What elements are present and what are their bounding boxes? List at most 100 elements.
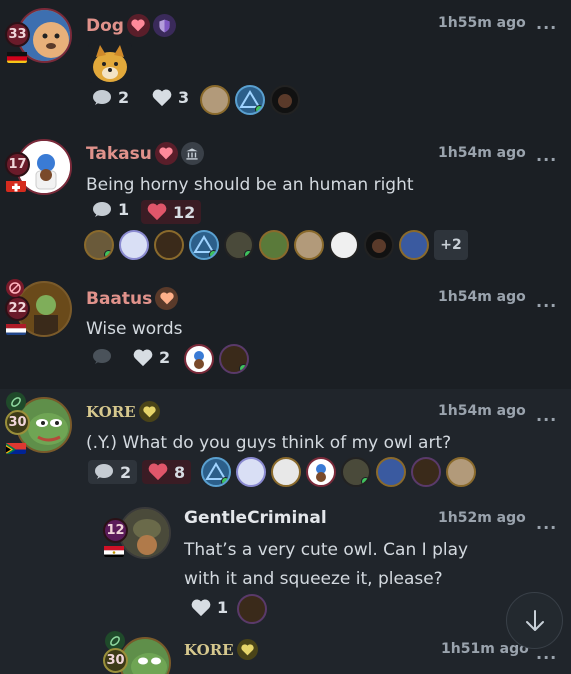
- timestamp: 1h54m ago: [438, 289, 526, 305]
- more-reactors-button[interactable]: +2: [434, 230, 468, 260]
- comment-icon: [95, 464, 113, 479]
- like-count-text: 12: [173, 202, 196, 222]
- more-options-button[interactable]: ...: [536, 292, 557, 311]
- post-takasu: 17 Takasu 1h54m ago ... Being horny shou…: [0, 125, 571, 271]
- comment-count[interactable]: [92, 348, 112, 366]
- reactor-list: [184, 344, 249, 374]
- flag-switzerland-icon: [6, 179, 26, 192]
- reactor-avatar[interactable]: [119, 230, 149, 260]
- reply-text-line-2: with it and squeeze it, please?: [184, 569, 443, 589]
- reactor-avatar[interactable]: [219, 344, 249, 374]
- online-indicator: [209, 250, 217, 258]
- reactor-avatar[interactable]: [306, 457, 336, 487]
- reactor-avatar[interactable]: [294, 230, 324, 260]
- like-count-text: 1: [217, 598, 229, 617]
- reactor-avatar[interactable]: [411, 457, 441, 487]
- heart-badge-icon: [155, 287, 179, 310]
- flag-netherlands-icon: [6, 322, 26, 335]
- username-text[interactable]: KORE: [184, 641, 234, 659]
- username[interactable]: Dog: [86, 14, 176, 37]
- like-count[interactable]: 1: [191, 598, 228, 617]
- reactor-avatar[interactable]: [364, 230, 394, 260]
- bank-badge-icon: [180, 142, 204, 165]
- reactor-avatar[interactable]: [201, 457, 231, 487]
- reactor-avatar[interactable]: [446, 457, 476, 487]
- post-kore: 30 KORE 1h54m ago ... (.Y.) What do you …: [0, 389, 571, 674]
- reactor-avatar[interactable]: [236, 457, 266, 487]
- online-indicator: [244, 250, 252, 258]
- reactor-list: [200, 85, 300, 115]
- scroll-to-bottom-button[interactable]: [506, 592, 563, 649]
- reactor-avatar[interactable]: [329, 230, 359, 260]
- reactor-avatar[interactable]: [84, 230, 114, 260]
- comment-icon: [93, 349, 111, 364]
- reactor-avatar[interactable]: [271, 457, 301, 487]
- more-options-button[interactable]: ...: [536, 514, 557, 533]
- post-baatus: 22 Baatus 1h54m ago ... Wise words 2: [0, 271, 571, 389]
- username[interactable]: GentleCriminal: [184, 508, 327, 528]
- online-indicator: [104, 250, 112, 258]
- reactor-avatar[interactable]: [224, 230, 254, 260]
- username-text[interactable]: Takasu: [86, 144, 152, 164]
- level-badge: 30: [103, 648, 128, 673]
- more-options-button[interactable]: ...: [536, 406, 557, 425]
- online-indicator: [239, 364, 247, 372]
- heart-badge-icon: [154, 142, 178, 165]
- arrow-down-icon: [525, 609, 544, 631]
- reactor-avatar[interactable]: [154, 230, 184, 260]
- like-count-text: 8: [174, 462, 186, 482]
- username-text[interactable]: Baatus: [86, 289, 152, 309]
- username-text[interactable]: KORE: [86, 403, 136, 421]
- reactor-avatar[interactable]: [270, 85, 300, 115]
- post-text: Being horny should be an human right: [86, 175, 414, 195]
- reactor-avatar[interactable]: [237, 594, 267, 624]
- username-text[interactable]: Dog: [86, 16, 124, 36]
- level-badge: 12: [103, 518, 128, 543]
- heart-icon: [147, 203, 167, 221]
- like-count[interactable]: 3: [152, 88, 189, 107]
- reactor-avatar[interactable]: [235, 85, 265, 115]
- heart-icon: [133, 348, 153, 366]
- more-options-button[interactable]: ...: [536, 14, 557, 33]
- username[interactable]: KORE: [86, 401, 160, 422]
- username[interactable]: Takasu: [86, 142, 204, 165]
- timestamp: 1h54m ago: [438, 403, 526, 419]
- comment-count[interactable]: 1: [92, 200, 129, 219]
- reactor-avatar[interactable]: [200, 85, 230, 115]
- level-badge: 22: [5, 296, 30, 321]
- level-badge: 30: [5, 410, 30, 435]
- reactor-avatar[interactable]: [399, 230, 429, 260]
- comment-count[interactable]: 2: [88, 460, 138, 484]
- reactor-avatar[interactable]: [259, 230, 289, 260]
- post-text: (.Y.) What do you guys think of my owl a…: [86, 433, 452, 453]
- like-count[interactable]: 8: [142, 460, 192, 484]
- heart-badge-icon: [236, 639, 258, 660]
- more-options-button[interactable]: ...: [536, 146, 557, 165]
- like-count[interactable]: 12: [141, 200, 202, 224]
- like-count[interactable]: 2: [133, 348, 170, 367]
- comment-count[interactable]: 2: [92, 88, 129, 107]
- username[interactable]: KORE: [184, 639, 258, 660]
- flag-egypt-icon: [104, 544, 124, 557]
- level-badge: 17: [5, 152, 30, 177]
- post-image[interactable]: [88, 43, 132, 83]
- heart-badge-icon: [126, 14, 150, 37]
- reactor-avatar[interactable]: [184, 344, 214, 374]
- reactor-list: [237, 594, 267, 624]
- heart-icon: [148, 463, 168, 481]
- comment-count-text: 2: [118, 88, 130, 107]
- reactor-avatar[interactable]: [341, 457, 371, 487]
- leaf-badge-icon: [6, 392, 26, 412]
- like-count-text: 3: [178, 88, 190, 107]
- like-count-text: 2: [159, 348, 171, 367]
- no-entry-icon: [6, 279, 24, 297]
- reply-text-line-1: That’s a very cute owl. Can I play: [184, 540, 469, 560]
- username[interactable]: Baatus: [86, 287, 179, 310]
- username-text[interactable]: GentleCriminal: [184, 508, 327, 528]
- timestamp: 1h55m ago: [438, 15, 526, 31]
- reactor-avatar[interactable]: [376, 457, 406, 487]
- comment-icon: [93, 89, 111, 105]
- heart-badge-icon: [138, 401, 160, 422]
- reactor-avatar[interactable]: [189, 230, 219, 260]
- comment-count-text: 2: [120, 462, 132, 482]
